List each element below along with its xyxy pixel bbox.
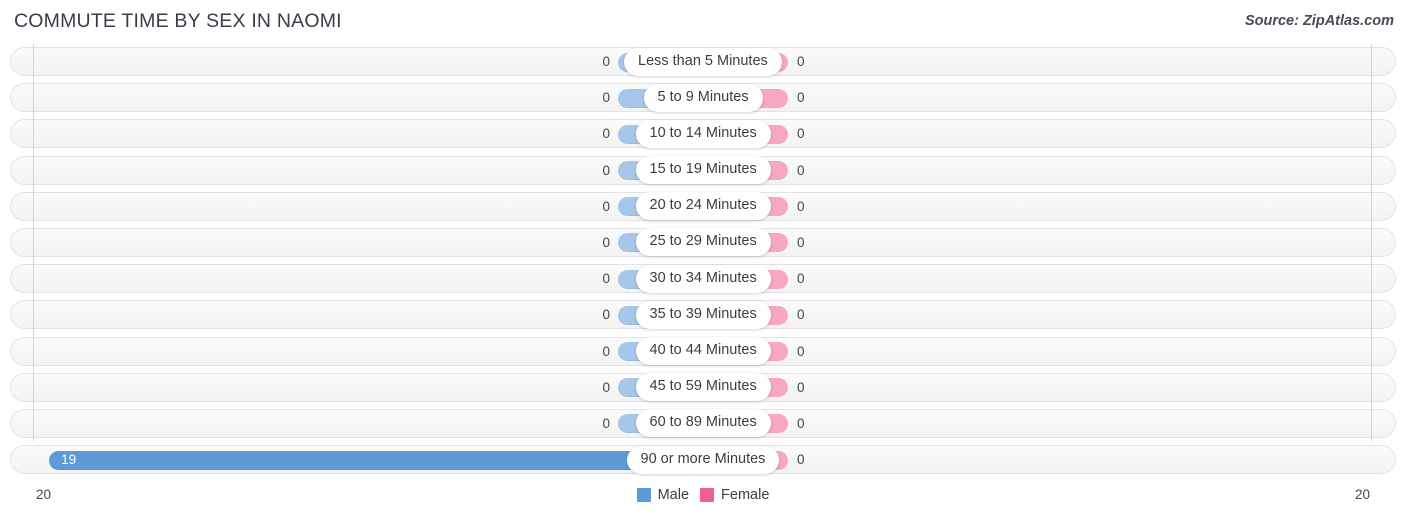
bar-value-male: 0 xyxy=(602,90,610,106)
bar-value-male: 0 xyxy=(602,198,610,214)
bar-value-female: 0 xyxy=(797,234,805,250)
bar-value-male: 0 xyxy=(602,307,610,323)
row-bars: 0 0 20 to 24 Minutes xyxy=(0,189,1406,225)
chart-row: 0 0 20 to 24 Minutes xyxy=(0,189,1406,225)
bar-value-female: 0 xyxy=(797,415,805,431)
row-bars: 0 0 45 to 59 Minutes xyxy=(0,370,1406,406)
bar-value-female: 0 xyxy=(797,198,805,214)
chart-row: 0 0 60 to 89 Minutes xyxy=(0,406,1406,442)
bar-value-female: 0 xyxy=(797,126,805,142)
row-bars: 19 0 90 or more Minutes xyxy=(0,442,1406,478)
chart-plot-area: 0 0 Less than 5 Minutes 0 0 5 to 9 Minutes 0 0 1… xyxy=(0,44,1406,478)
chart-row: 0 0 45 to 59 Minutes xyxy=(0,370,1406,406)
bar-value-male: 19 xyxy=(61,452,77,468)
chart-rows: 0 0 Less than 5 Minutes 0 0 5 to 9 Minutes 0 0 1… xyxy=(0,44,1406,478)
row-category-label: 90 or more Minutes xyxy=(626,445,780,474)
bar-value-male: 0 xyxy=(602,379,610,395)
chart-row: 0 0 30 to 34 Minutes xyxy=(0,261,1406,297)
bar-value-male: 0 xyxy=(602,54,610,69)
bar-value-male: 0 xyxy=(602,271,610,287)
row-category-label: 60 to 89 Minutes xyxy=(635,409,771,438)
legend-swatch-male-icon xyxy=(636,488,651,502)
legend-swatch-female-icon xyxy=(700,488,715,502)
page-title: COMMUTE TIME BY SEX IN NAOMI xyxy=(14,10,342,32)
row-category-label: Less than 5 Minutes xyxy=(624,47,782,76)
chart-row: 0 0 25 to 29 Minutes xyxy=(0,225,1406,261)
row-category-label: 35 to 39 Minutes xyxy=(635,300,771,329)
chart-row: 0 0 Less than 5 Minutes xyxy=(0,44,1406,80)
row-category-label: 20 to 24 Minutes xyxy=(635,192,771,221)
axis-gridline-left xyxy=(33,44,34,441)
row-bars: 0 0 5 to 9 Minutes xyxy=(0,80,1406,116)
row-category-label: 30 to 34 Minutes xyxy=(635,264,771,293)
row-bars: 0 0 15 to 19 Minutes xyxy=(0,153,1406,189)
bar-value-female: 0 xyxy=(797,90,805,106)
row-bars: 0 0 Less than 5 Minutes xyxy=(0,44,1406,80)
bar-value-female: 0 xyxy=(797,54,805,69)
legend-label-male: Male xyxy=(657,487,690,503)
legend-item-female[interactable]: Female xyxy=(700,487,769,503)
bar-value-male: 0 xyxy=(602,415,610,431)
chart-row: 0 0 35 to 39 Minutes xyxy=(0,297,1406,333)
row-bars: 0 0 40 to 44 Minutes xyxy=(0,334,1406,370)
row-bars: 0 0 35 to 39 Minutes xyxy=(0,297,1406,333)
chart-row: 0 0 15 to 19 Minutes xyxy=(0,153,1406,189)
row-category-label: 40 to 44 Minutes xyxy=(635,337,771,365)
legend-label-female: Female xyxy=(721,487,770,503)
row-category-label: 15 to 19 Minutes xyxy=(635,156,771,185)
row-bars: 0 0 30 to 34 Minutes xyxy=(0,261,1406,297)
row-category-label: 5 to 9 Minutes xyxy=(643,83,763,112)
row-bars: 0 0 60 to 89 Minutes xyxy=(0,406,1406,442)
bar-value-female: 0 xyxy=(797,343,805,359)
row-category-label: 10 to 14 Minutes xyxy=(635,119,771,148)
bar-value-male: 0 xyxy=(602,126,610,142)
chart-row: 0 0 5 to 9 Minutes xyxy=(0,80,1406,116)
chart-row: 0 0 40 to 44 Minutes xyxy=(0,334,1406,370)
bar-value-male: 0 xyxy=(602,162,610,178)
bar-value-female: 0 xyxy=(797,271,805,287)
bar-value-male: 0 xyxy=(602,234,610,250)
row-category-label: 45 to 59 Minutes xyxy=(635,373,771,402)
axis-gridline-right xyxy=(1371,44,1372,441)
chart-legend: Male Female xyxy=(0,487,1406,503)
legend-item-male[interactable]: Male xyxy=(636,487,690,503)
bar-male[interactable] xyxy=(49,450,678,470)
row-category-label: 25 to 29 Minutes xyxy=(635,228,771,257)
bar-value-male: 0 xyxy=(602,343,610,359)
bar-value-female: 0 xyxy=(797,307,805,323)
row-bars: 0 0 25 to 29 Minutes xyxy=(0,225,1406,261)
source-attribution: Source: ZipAtlas.com xyxy=(1244,13,1394,29)
chart-footer: 20 20 Male Female xyxy=(0,478,1406,522)
chart-row: 19 0 90 or more Minutes xyxy=(0,442,1406,478)
chart-header: COMMUTE TIME BY SEX IN NAOMI Source: Zip… xyxy=(0,0,1406,44)
bar-value-female: 0 xyxy=(797,379,805,395)
chart-row: 0 0 10 to 14 Minutes xyxy=(0,116,1406,152)
row-bars: 0 0 10 to 14 Minutes xyxy=(0,116,1406,152)
bar-value-female: 0 xyxy=(797,452,805,468)
bar-value-female: 0 xyxy=(797,162,805,178)
